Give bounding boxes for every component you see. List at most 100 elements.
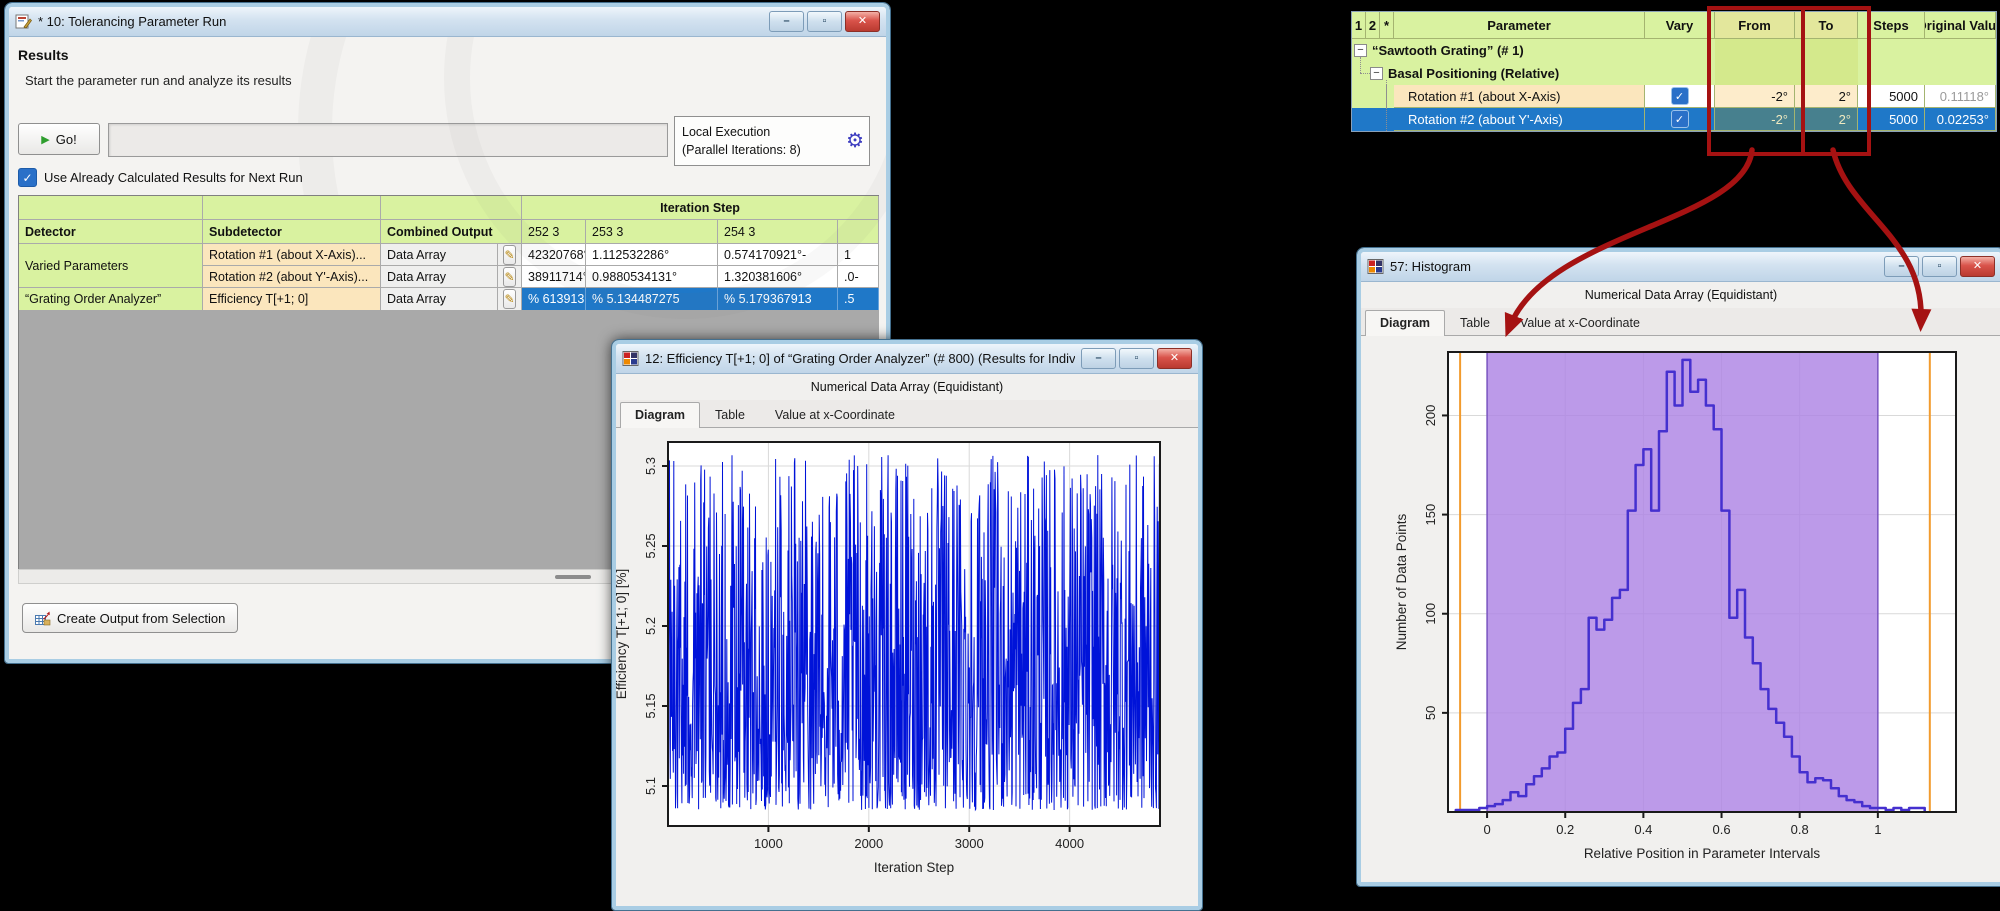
histogram-subtitle: Numerical Data Array (Equidistant) bbox=[1585, 288, 1777, 302]
header-blank bbox=[203, 196, 381, 220]
close-button[interactable]: ✕ bbox=[845, 11, 880, 32]
histogram-window-title: 57: Histogram bbox=[1390, 259, 1878, 274]
value-cell[interactable]: 5.134487275 % bbox=[586, 288, 718, 311]
parameter-specification-table: 12*ParameterVaryFromToStepsOriginal Valu… bbox=[1352, 12, 1996, 131]
detector-cell[interactable]: Varied Parameters bbox=[19, 244, 203, 288]
histogram-titlebar[interactable]: 57: Histogram – ▫ ✕ bbox=[1361, 252, 2000, 282]
maximize-button[interactable]: ▫ bbox=[1922, 256, 1957, 277]
param-row[interactable]: Rotation #1 (about X-Axis) ✓ -2°2°50000.11… bbox=[1352, 85, 1996, 108]
efficiency-subtitle-bar: Numerical Data Array (Equidistant) bbox=[616, 374, 1198, 401]
subdetector-cell[interactable]: Rotation #2 (about Y'-Axis)... bbox=[203, 266, 381, 288]
svg-text:4000: 4000 bbox=[1055, 836, 1084, 851]
svg-text:5.2: 5.2 bbox=[643, 617, 658, 635]
close-button[interactable]: ✕ bbox=[1960, 256, 1995, 277]
scrollbar-thumb[interactable] bbox=[555, 575, 591, 579]
param-row[interactable]: Rotation #2 (about Y'-Axis)✓-2°2°50000.0… bbox=[1352, 108, 1996, 131]
detector-cell[interactable]: “Grating Order Analyzer” bbox=[19, 288, 203, 311]
value-cell[interactable]: 1.112532286° bbox=[586, 244, 718, 266]
combined-output-cell[interactable]: Data Array bbox=[381, 288, 498, 311]
column-header-detector: Detector bbox=[19, 220, 203, 244]
minimize-button[interactable]: – bbox=[1884, 256, 1919, 277]
results-heading: Results bbox=[18, 47, 69, 63]
subdetector-cell[interactable]: Rotation #1 (about X-Axis)... bbox=[203, 244, 381, 266]
steps-cell[interactable]: 5000 bbox=[1858, 108, 1925, 131]
tolerancing-titlebar[interactable]: * 10: Tolerancing Parameter Run – ▫ ✕ bbox=[9, 7, 886, 37]
value-cell[interactable]: 613913 % bbox=[522, 288, 586, 311]
data-array-checker-icon bbox=[622, 351, 639, 366]
value-cell[interactable]: 0.9880534131° bbox=[586, 266, 718, 288]
value-cell[interactable]: 5. bbox=[838, 288, 879, 311]
vary-checkbox[interactable]: ✓ bbox=[1671, 87, 1689, 105]
edit-pencil-button[interactable]: ✎ bbox=[503, 289, 515, 309]
tree-line bbox=[1386, 80, 1387, 131]
gear-icon[interactable]: ⚙ bbox=[846, 131, 864, 151]
efficiency-chart: 10002000300040005.15.155.25.255.3Iterati… bbox=[616, 428, 1190, 902]
svg-text:5.25: 5.25 bbox=[643, 533, 658, 558]
iteration-column-header: 3 254 bbox=[718, 220, 838, 244]
from-cell[interactable]: -2° bbox=[1715, 108, 1795, 131]
original-value-cell: 0.11118° bbox=[1925, 85, 1996, 108]
combined-output-cell[interactable]: Data Array bbox=[381, 244, 498, 266]
vary-checkbox[interactable]: ✓ bbox=[1671, 110, 1689, 128]
create-output-button[interactable]: Create Output from Selection bbox=[22, 603, 238, 633]
pencil-cell: ✎ bbox=[498, 244, 522, 266]
tab-value-at-x-coordinate[interactable]: Value at x-Coordinate bbox=[1505, 310, 1655, 336]
value-cell[interactable]: 38911714° bbox=[522, 266, 586, 288]
efficiency-titlebar[interactable]: 12: Efficiency T[+1; 0] of “Grating Orde… bbox=[616, 344, 1198, 374]
value-cell[interactable]: 5.179367913 % bbox=[718, 288, 838, 311]
param-header-steps: Steps bbox=[1858, 12, 1925, 39]
results-subtitle: Start the parameter run and analyze its … bbox=[25, 73, 292, 88]
tab-table[interactable]: Table bbox=[700, 402, 760, 428]
minimize-button[interactable]: – bbox=[769, 11, 804, 32]
tree-collapse-toggle[interactable]: − bbox=[1370, 67, 1383, 80]
table-with-red-arrow-icon bbox=[35, 611, 51, 626]
param-header-parameter: Parameter bbox=[1394, 12, 1645, 39]
go-button-label: Go! bbox=[56, 132, 77, 147]
minimize-button[interactable]: – bbox=[1081, 348, 1116, 369]
param-group-label: “Sawtooth Grating” (# 1) bbox=[1372, 43, 1524, 58]
go-button[interactable]: ▶ Go! bbox=[18, 123, 100, 155]
tolerancing-document-icon bbox=[15, 14, 32, 29]
from-to-column-tint bbox=[1795, 39, 1858, 62]
param-group-row[interactable]: −Basal Positioning (Relative) bbox=[1352, 62, 1996, 86]
tab-value-at-x-coordinate[interactable]: Value at x-Coordinate bbox=[760, 402, 910, 428]
tab-diagram[interactable]: Diagram bbox=[1365, 310, 1445, 336]
param-group-row[interactable]: −“Sawtooth Grating” (# 1) bbox=[1352, 39, 1996, 63]
to-cell[interactable]: 2° bbox=[1795, 108, 1858, 131]
value-cell[interactable]: -0.574170921° bbox=[718, 244, 838, 266]
param-name-cell[interactable]: Rotation #2 (about Y'-Axis) bbox=[1394, 108, 1645, 131]
pencil-cell: ✎ bbox=[498, 288, 522, 311]
edit-pencil-button[interactable]: ✎ bbox=[503, 267, 515, 287]
use-results-checkbox[interactable]: ✓ bbox=[18, 168, 37, 187]
subdetector-cell[interactable]: Efficiency T[+1; 0] bbox=[203, 288, 381, 311]
maximize-button[interactable]: ▫ bbox=[1119, 348, 1154, 369]
maximize-button[interactable]: ▫ bbox=[807, 11, 842, 32]
param-name-cell[interactable]: Rotation #1 (about X-Axis) bbox=[1394, 85, 1645, 108]
to-cell[interactable]: 2° bbox=[1795, 85, 1858, 108]
value-cell[interactable]: 1 bbox=[838, 244, 879, 266]
vary-cell[interactable]: ✓ bbox=[1645, 108, 1715, 131]
value-cell[interactable]: 1.320381606° bbox=[718, 266, 838, 288]
column-header-subdetector: Subdetector bbox=[203, 220, 381, 244]
value-cell[interactable]: 42320768° bbox=[522, 244, 586, 266]
tab-table[interactable]: Table bbox=[1445, 310, 1505, 336]
combined-output-cell[interactable]: Data Array bbox=[381, 266, 498, 288]
close-button[interactable]: ✕ bbox=[1157, 348, 1192, 369]
header-blank bbox=[381, 196, 522, 220]
tab-diagram[interactable]: Diagram bbox=[620, 402, 700, 428]
from-to-column-tint bbox=[1795, 62, 1858, 85]
value-cell[interactable]: -0. bbox=[838, 266, 879, 288]
execution-iterations-label: (Parallel Iterations: 8) bbox=[682, 141, 846, 159]
edit-pencil-button[interactable]: ✎ bbox=[503, 245, 515, 265]
steps-cell[interactable]: 5000 bbox=[1858, 85, 1925, 108]
from-cell[interactable]: -2° bbox=[1715, 85, 1795, 108]
svg-text:0: 0 bbox=[1483, 822, 1490, 837]
tree-collapse-toggle[interactable]: − bbox=[1354, 44, 1367, 57]
histogram-subtitle-bar: Numerical Data Array (Equidistant) bbox=[1361, 282, 2000, 309]
from-to-column-tint bbox=[1715, 39, 1795, 62]
svg-text:3000: 3000 bbox=[955, 836, 984, 851]
pencil-cell: ✎ bbox=[498, 266, 522, 288]
iteration-column-header: 3 253 bbox=[586, 220, 718, 244]
svg-text:0.6: 0.6 bbox=[1712, 822, 1730, 837]
vary-cell[interactable]: ✓ bbox=[1645, 85, 1715, 108]
